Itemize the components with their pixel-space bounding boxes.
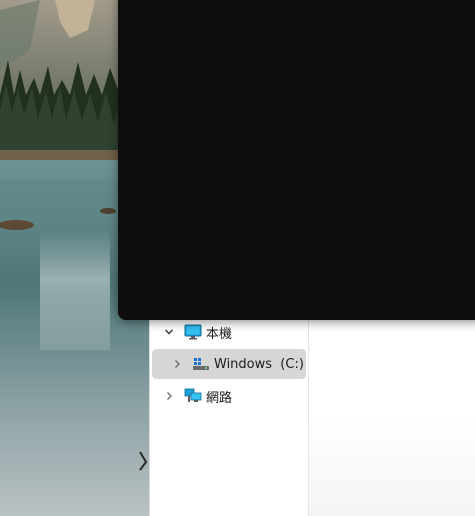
- chevron-right-icon[interactable]: [162, 389, 176, 403]
- nav-item-label: 本機: [206, 326, 233, 342]
- screen: 本機 Windows (C:) 網路: [0, 0, 475, 516]
- nav-item-this-pc[interactable]: 本機: [152, 317, 306, 347]
- windows-drive-icon: [192, 355, 210, 373]
- this-pc-icon: [184, 323, 202, 341]
- nav-item-windows-drive[interactable]: Windows (C:): [152, 349, 306, 379]
- navigation-pane: 本機 Windows (C:) 網路: [150, 300, 309, 516]
- content-pane: [309, 300, 475, 516]
- nav-item-network[interactable]: 網路: [152, 381, 306, 411]
- file-explorer-window: 本機 Windows (C:) 網路: [149, 300, 475, 516]
- chevron-down-icon[interactable]: [162, 325, 176, 339]
- nav-item-label: Windows (C:): [214, 356, 304, 372]
- overlay-window[interactable]: [118, 0, 475, 320]
- chevron-right-icon[interactable]: [170, 357, 184, 371]
- nav-item-label: 網路: [206, 390, 233, 406]
- network-icon: [184, 387, 202, 405]
